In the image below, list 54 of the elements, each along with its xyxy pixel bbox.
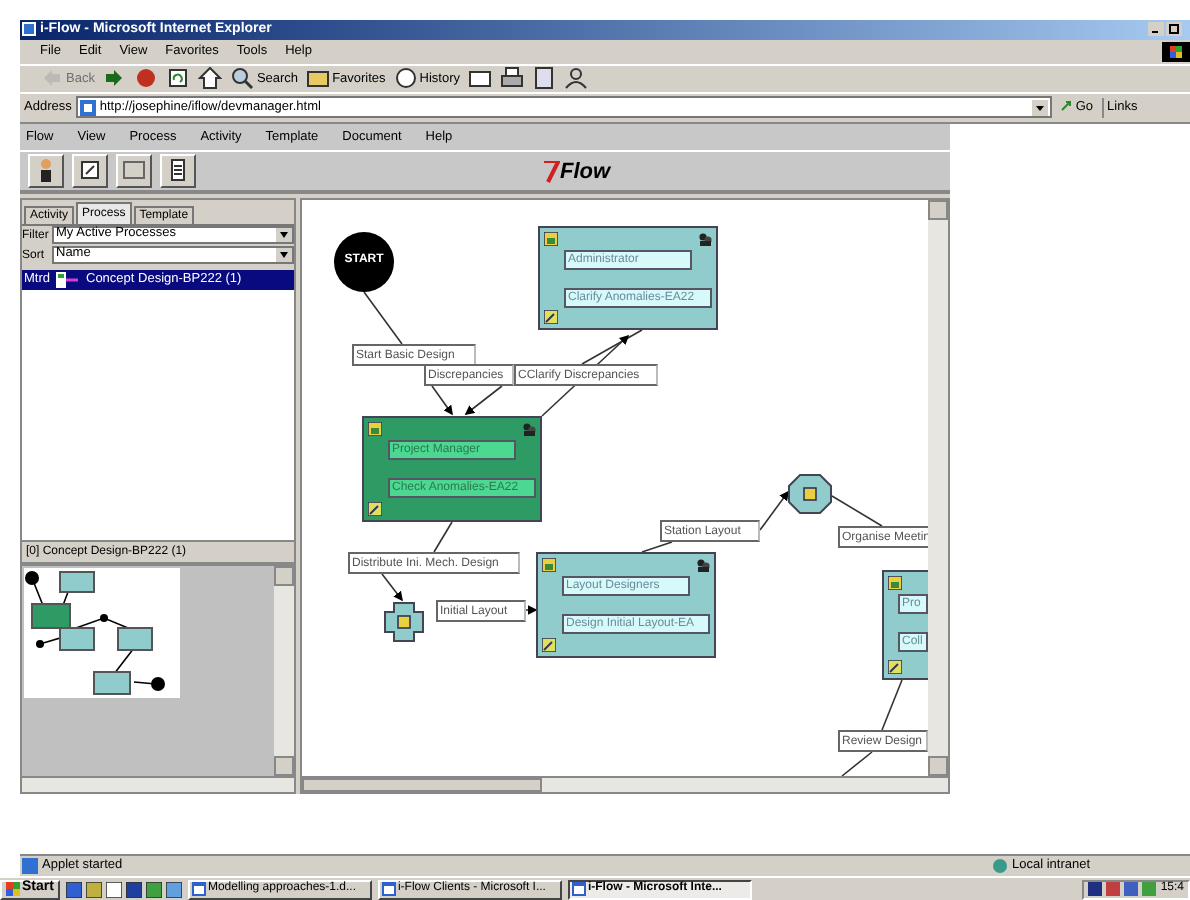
horizontal-scrollbar[interactable] — [22, 775, 294, 792]
people-icon — [698, 231, 712, 246]
document-icon — [76, 156, 104, 185]
people-icon — [522, 421, 536, 436]
dropdown-arrow-icon[interactable] — [1031, 99, 1048, 116]
maximize-icon[interactable] — [1166, 22, 1182, 37]
back-arrow-icon — [40, 66, 64, 91]
logo: Flow — [543, 156, 611, 185]
connector-arrow — [464, 384, 503, 415]
toolbar-button[interactable] — [468, 66, 493, 91]
note-icon — [542, 637, 556, 652]
people-icon — [564, 66, 589, 91]
stop-icon — [134, 66, 159, 91]
connector-arrow — [525, 605, 538, 615]
connector-arrow — [381, 573, 403, 602]
search-icon — [230, 66, 255, 91]
connector-line — [433, 521, 453, 553]
folder-icon — [306, 66, 331, 91]
note-icon — [888, 659, 902, 674]
connector-line — [831, 494, 883, 527]
browser-icon — [22, 22, 36, 37]
note-icon — [544, 309, 558, 324]
vertical-scrollbar[interactable] — [274, 565, 294, 776]
octagon-node[interactable] — [788, 473, 832, 514]
connector-line — [881, 679, 903, 731]
toolbar-button[interactable] — [198, 66, 223, 91]
dropdown-arrow-icon — [276, 228, 292, 242]
page-icon — [22, 858, 38, 875]
arrow-icon — [1059, 100, 1074, 115]
vertical-scrollbar[interactable] — [928, 199, 948, 776]
window-icon — [120, 156, 148, 185]
connector-line — [641, 541, 673, 553]
connector-arrow — [431, 384, 453, 416]
toolbar-button[interactable] — [166, 66, 191, 91]
windows-logo-icon — [6, 882, 20, 897]
mail-icon — [468, 66, 493, 91]
dropdown-arrow-icon — [276, 248, 292, 262]
page-icon — [79, 99, 96, 116]
forward-arrow-icon — [102, 66, 127, 91]
connector-line — [581, 328, 643, 365]
connector-line — [363, 290, 403, 345]
swoosh-icon — [543, 156, 560, 185]
minimize-icon[interactable] — [1148, 22, 1164, 37]
toolbar-button[interactable] — [564, 66, 589, 91]
connector-arrow — [759, 490, 789, 531]
windows-logo-icon — [1162, 41, 1190, 62]
toolbar-button[interactable] — [532, 66, 557, 91]
cross-node[interactable] — [384, 601, 424, 642]
connector-line — [841, 751, 873, 776]
globe-icon — [992, 858, 1008, 875]
page-icon — [532, 66, 557, 91]
toolbar-button[interactable] — [500, 66, 525, 91]
note-icon — [368, 501, 382, 516]
people-icon — [696, 557, 710, 572]
